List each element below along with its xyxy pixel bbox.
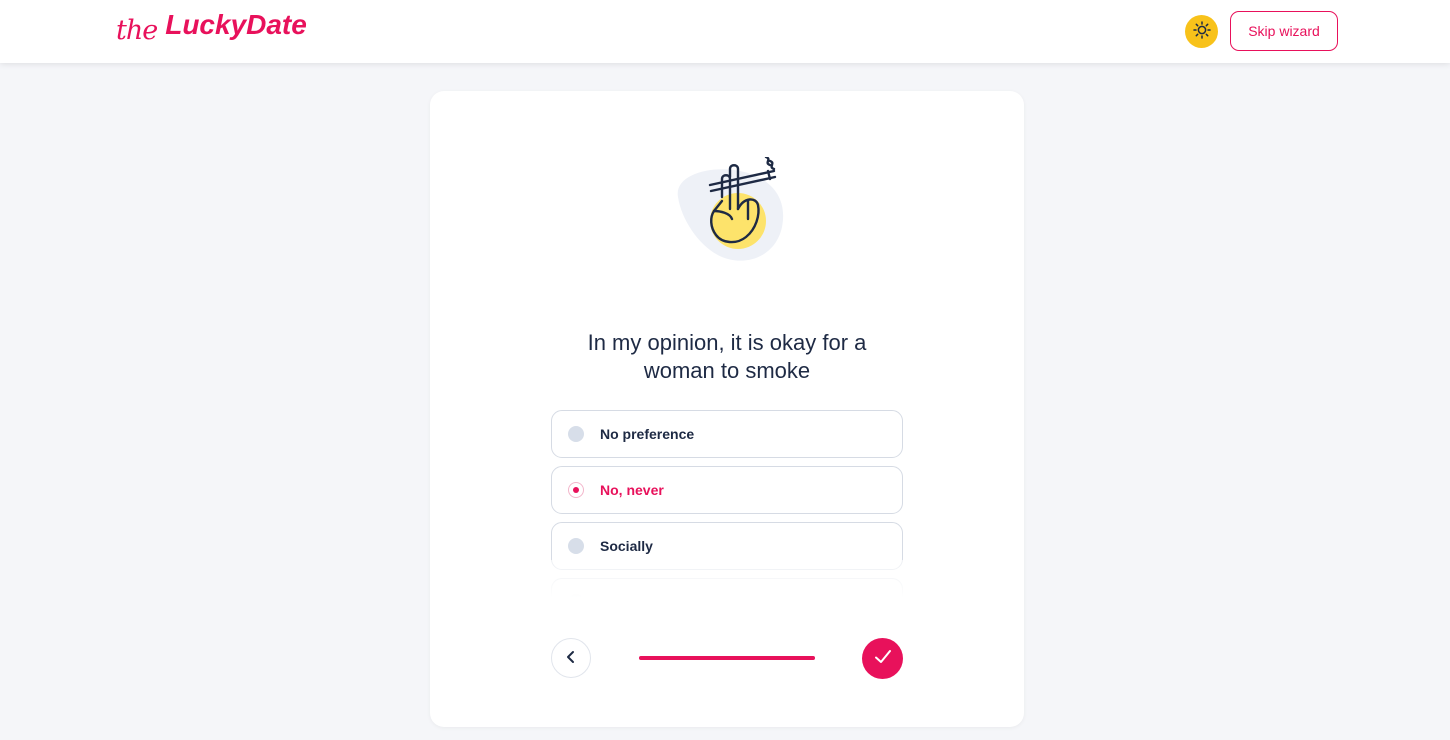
wizard-card: In my opinion, it is okay for a woman to… — [430, 91, 1024, 727]
options-list[interactable]: No preference No, never Socially Yes — [551, 410, 903, 604]
option-label: Socially — [600, 538, 653, 554]
top-header: the LuckyDate Skip wizard — [0, 0, 1450, 63]
radio-button[interactable] — [568, 426, 584, 442]
option-label: Yes — [600, 594, 625, 604]
option-yes[interactable]: Yes — [551, 578, 903, 604]
option-no-never[interactable]: No, never — [551, 466, 903, 514]
logo-prefix: the — [116, 15, 158, 46]
theme-toggle-button[interactable] — [1185, 15, 1218, 48]
logo[interactable]: the LuckyDate — [116, 8, 307, 54]
progress-fill — [639, 656, 815, 660]
radio-button[interactable] — [568, 594, 584, 604]
sun-icon — [1192, 21, 1211, 42]
confirm-button[interactable] — [862, 638, 903, 679]
skip-wizard-button[interactable]: Skip wizard — [1230, 11, 1338, 51]
chevron-left-icon — [565, 650, 577, 667]
radio-button-selected[interactable] — [568, 482, 584, 498]
option-no-preference[interactable]: No preference — [551, 410, 903, 458]
option-label: No, never — [600, 482, 664, 498]
smoking-hand-icon — [670, 155, 790, 267]
check-icon — [874, 649, 892, 668]
radio-button[interactable] — [568, 538, 584, 554]
logo-name: LuckyDate — [165, 9, 307, 40]
question-text: In my opinion, it is okay for a woman to… — [587, 330, 867, 383]
option-socially[interactable]: Socially — [551, 522, 903, 570]
option-label: No preference — [600, 426, 695, 442]
back-button[interactable] — [551, 638, 591, 678]
progress-bar — [639, 656, 815, 660]
